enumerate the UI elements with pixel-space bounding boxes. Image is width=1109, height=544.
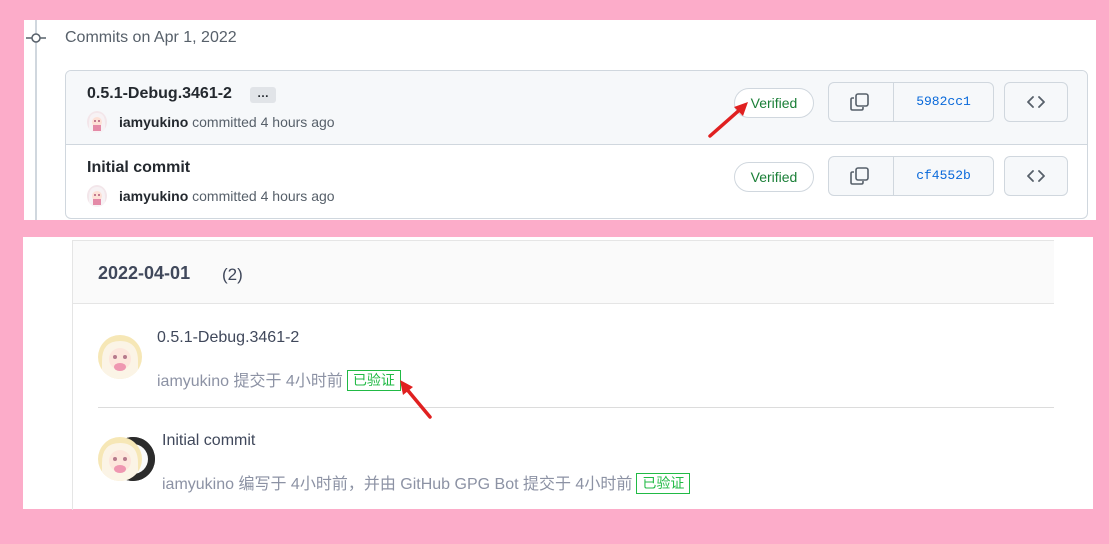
commit-sha-link[interactable]: 5982cc1 — [894, 83, 993, 121]
expand-message-button[interactable]: … — [250, 87, 276, 103]
avatar[interactable] — [98, 437, 142, 481]
commits-date-header: Commits on Apr 1, 2022 — [65, 29, 237, 46]
commit-time: committed 4 hours ago — [192, 114, 335, 130]
verified-badge[interactable]: Verified — [734, 162, 814, 192]
commit-row: Initial commit iamyukino committed 4 hou… — [66, 145, 1087, 218]
commit-time: committed 4 hours ago — [192, 188, 335, 204]
sha-button-group: cf4552b — [828, 156, 994, 196]
browse-code-button[interactable] — [1004, 156, 1068, 196]
copy-icon — [850, 93, 869, 111]
author-link[interactable]: iamyukino — [119, 114, 188, 130]
commit-title-link[interactable]: Initial commit — [87, 159, 190, 177]
commit-row: 0.5.1-Debug.3461-2 … iamyukino committed… — [66, 71, 1087, 145]
commit-sha-link[interactable]: cf4552b — [894, 157, 993, 195]
commit-list: 0.5.1-Debug.3461-2 … iamyukino committed… — [65, 70, 1088, 219]
code-icon — [1027, 170, 1045, 182]
timeline-line — [35, 20, 37, 220]
arrow-annotation-icon — [400, 380, 432, 419]
commit-title-link[interactable]: 0.5.1-Debug.3461-2 — [87, 85, 232, 103]
code-icon — [1027, 96, 1045, 108]
copy-icon — [850, 167, 869, 185]
commit-meta: iamyukino 编写于 4小时前，并由 GitHub GPG Bot 提交于… — [162, 470, 691, 494]
copy-sha-button[interactable] — [829, 157, 894, 195]
commit-count: (2) — [222, 265, 243, 284]
author-link[interactable]: iamyukino — [119, 188, 188, 204]
avatar[interactable] — [98, 335, 142, 379]
date-header: 2022-04-01 (2) — [73, 241, 1054, 304]
copy-sha-button[interactable] — [829, 83, 894, 121]
avatar[interactable] — [87, 185, 107, 207]
divider — [98, 407, 1054, 408]
commit-title-link[interactable]: 0.5.1-Debug.3461-2 — [157, 329, 299, 347]
commit-date-group: 2022-04-01 (2) 0.5.1-Debug.3461-2 iamyuk… — [72, 240, 1054, 510]
gitee-commits-panel: 2022-04-01 (2) 0.5.1-Debug.3461-2 iamyuk… — [23, 237, 1093, 510]
avatar[interactable] — [87, 111, 107, 133]
sha-button-group: 5982cc1 — [828, 82, 994, 122]
browse-code-button[interactable] — [1004, 82, 1068, 122]
commit-node-icon — [26, 33, 46, 43]
github-commits-panel: Commits on Apr 1, 2022 0.5.1-Debug.3461-… — [24, 20, 1096, 220]
verified-badge[interactable]: 已验证 — [346, 370, 401, 391]
date-label: 2022-04-01 — [98, 263, 191, 283]
arrow-annotation-icon — [708, 102, 748, 138]
verified-badge[interactable]: 已验证 — [636, 473, 691, 494]
commit-title-link[interactable]: Initial commit — [162, 432, 255, 450]
commit-meta: iamyukino 提交于 4小时前 已验证 — [157, 367, 401, 391]
